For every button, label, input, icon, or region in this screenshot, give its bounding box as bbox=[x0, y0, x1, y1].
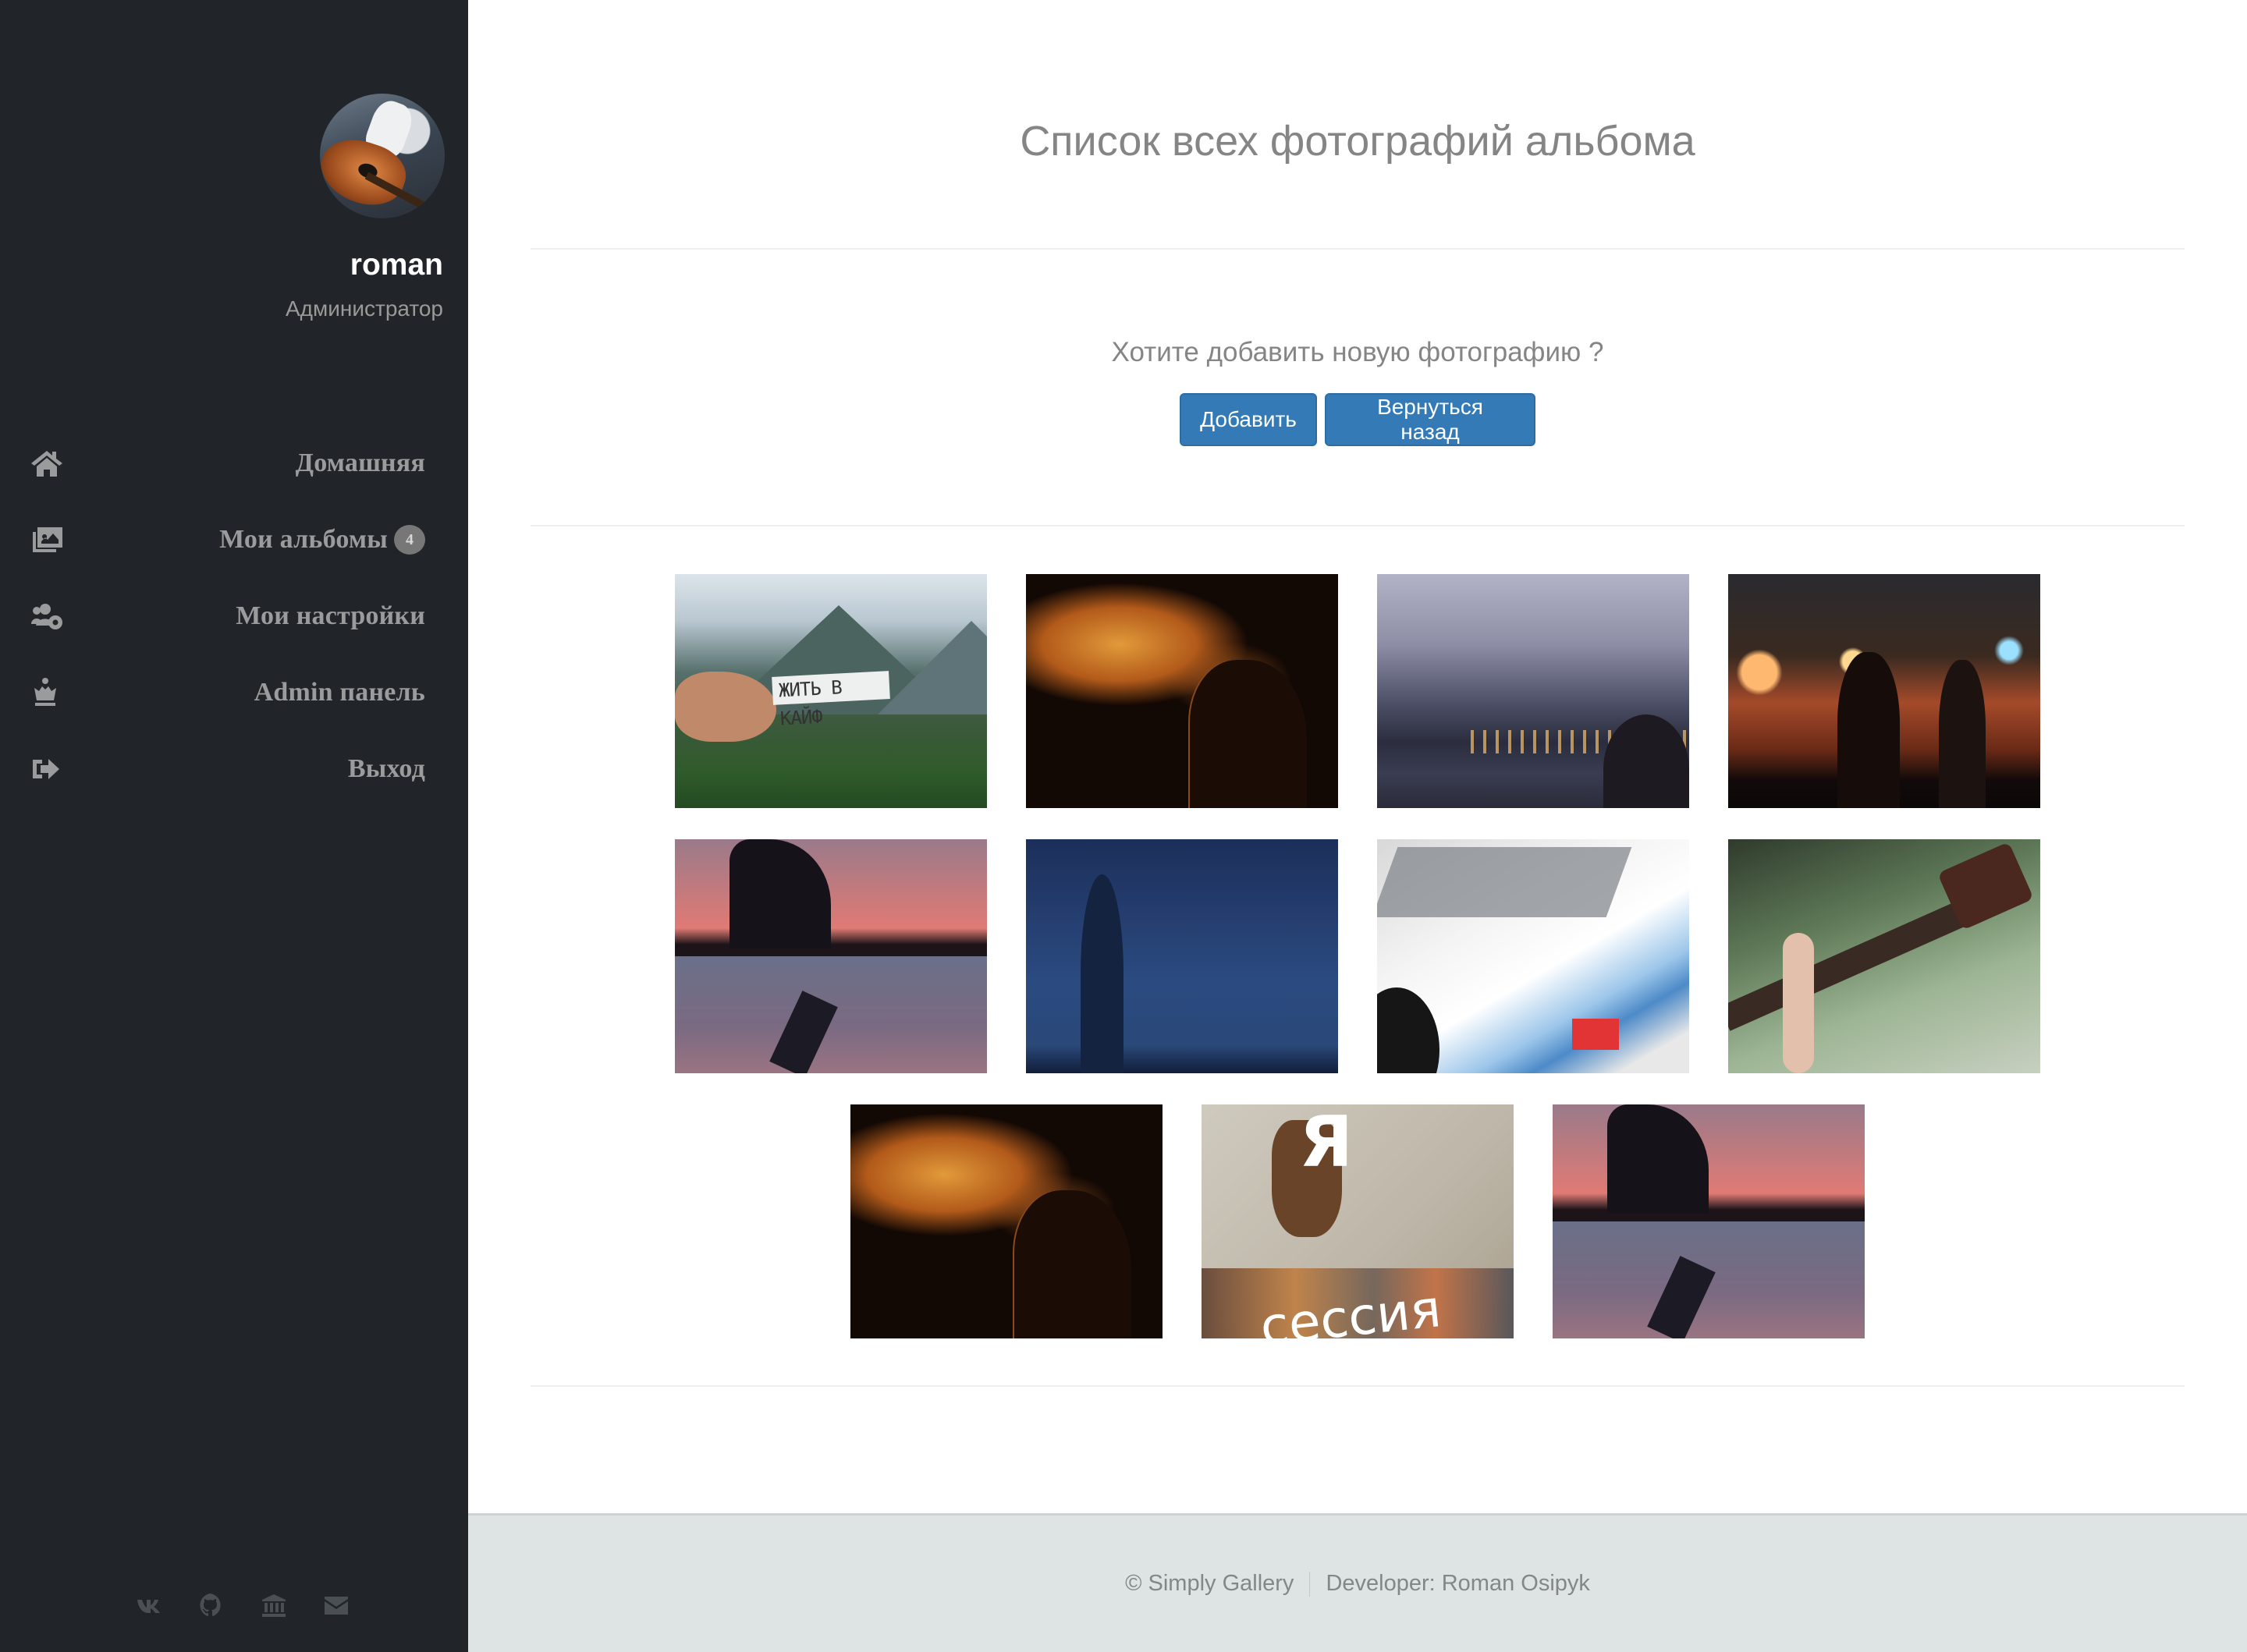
sidebar-item-label: Мои альбомы bbox=[219, 525, 388, 554]
sidebar-item-logout[interactable]: Выход bbox=[0, 731, 468, 807]
main-content: Список всех фотографий альбома Хотите до… bbox=[468, 0, 2247, 1513]
user-role: Администратор bbox=[285, 296, 443, 321]
divider bbox=[531, 1385, 2185, 1387]
photo-thumbnail[interactable]: ЖИТЬ В КАЙФ bbox=[675, 574, 987, 808]
action-buttons: Добавить Вернуться назад bbox=[468, 393, 2247, 446]
go-back-button[interactable]: Вернуться назад bbox=[1325, 393, 1535, 446]
gallery-row bbox=[468, 839, 2247, 1073]
copyright-text: © Simply Gallery bbox=[1125, 1571, 1294, 1596]
photo-thumbnail[interactable] bbox=[1728, 574, 2040, 808]
divider bbox=[531, 248, 2185, 250]
sidebar-nav: Домашняя Мои альбомы 4 Мои настройки Adm… bbox=[0, 425, 468, 807]
github-icon[interactable] bbox=[197, 1591, 225, 1619]
footer: © Simply Gallery Developer: Roman Osipyk bbox=[468, 1513, 2247, 1652]
photo-gallery: ЖИТЬ В КАЙФ Я сессия bbox=[468, 574, 2247, 1370]
divider bbox=[531, 525, 2185, 526]
photo-detail bbox=[1377, 987, 1439, 1073]
images-icon bbox=[30, 524, 64, 555]
photo-thumbnail[interactable] bbox=[1728, 839, 2040, 1073]
university-icon[interactable] bbox=[260, 1591, 288, 1619]
photo-thumbnail[interactable] bbox=[1377, 574, 1689, 808]
photo-thumbnail[interactable] bbox=[1026, 839, 1338, 1073]
developer-credit: Developer: Roman Osipyk bbox=[1326, 1571, 1590, 1596]
sidebar-item-label: Выход bbox=[347, 754, 425, 783]
photo-detail bbox=[1728, 892, 1987, 1031]
footer-separator bbox=[1309, 1571, 1311, 1597]
photo-detail bbox=[769, 991, 838, 1073]
photo-thumbnail[interactable] bbox=[1026, 574, 1338, 808]
sidebar-item-label: Домашняя bbox=[295, 448, 425, 477]
photo-detail bbox=[1572, 1019, 1619, 1050]
gallery-row: Я сессия bbox=[468, 1104, 2247, 1338]
photo-thumbnail[interactable]: Я сессия bbox=[1202, 1104, 1514, 1338]
sidebar: roman Администратор Домашняя Мои альбомы… bbox=[0, 0, 468, 1652]
photo-detail bbox=[1607, 1104, 1709, 1214]
photo-detail bbox=[729, 839, 831, 948]
add-photo-button[interactable]: Добавить bbox=[1180, 393, 1317, 446]
photo-detail bbox=[1939, 660, 1986, 808]
photo-detail bbox=[1014, 1190, 1131, 1338]
home-icon bbox=[30, 448, 64, 479]
avatar[interactable] bbox=[320, 94, 445, 218]
sidebar-item-label: Мои настройки bbox=[236, 601, 425, 630]
gallery-row: ЖИТЬ В КАЙФ bbox=[468, 574, 2247, 808]
sidebar-item-settings[interactable]: Мои настройки bbox=[0, 578, 468, 654]
sign-out-icon bbox=[30, 753, 64, 785]
photo-thumbnail[interactable] bbox=[675, 839, 987, 1073]
photo-detail bbox=[1837, 652, 1900, 808]
photo-thumbnail[interactable] bbox=[1377, 839, 1689, 1073]
social-links bbox=[0, 1591, 468, 1622]
photo-detail bbox=[1647, 1256, 1716, 1338]
sidebar-item-admin[interactable]: Admin панель bbox=[0, 654, 468, 731]
users-cog-icon bbox=[30, 601, 64, 632]
albums-count-badge: 4 bbox=[394, 525, 425, 555]
sidebar-item-label: Admin панель bbox=[254, 678, 425, 707]
photo-detail bbox=[1377, 847, 1632, 917]
photo-detail bbox=[1081, 874, 1124, 1073]
photo-detail bbox=[1783, 933, 1814, 1073]
photo-thumbnail[interactable] bbox=[850, 1104, 1163, 1338]
vk-icon[interactable] bbox=[135, 1591, 163, 1619]
photo-detail bbox=[878, 621, 987, 714]
add-photo-prompt: Хотите добавить новую фотографию ? bbox=[1111, 337, 1604, 367]
page-title: Список всех фотографий альбома bbox=[1020, 118, 1695, 165]
photo-thumbnail[interactable] bbox=[1553, 1104, 1865, 1338]
photo-detail bbox=[1190, 660, 1307, 808]
photo-detail bbox=[1603, 714, 1689, 808]
sidebar-item-home[interactable]: Домашняя bbox=[0, 425, 468, 502]
envelope-icon[interactable] bbox=[322, 1591, 350, 1619]
user-name: roman bbox=[350, 248, 443, 282]
sidebar-item-albums[interactable]: Мои альбомы 4 bbox=[0, 502, 468, 578]
chess-queen-icon bbox=[30, 677, 64, 708]
photo-caption-top: Я bbox=[1299, 1104, 1354, 1183]
